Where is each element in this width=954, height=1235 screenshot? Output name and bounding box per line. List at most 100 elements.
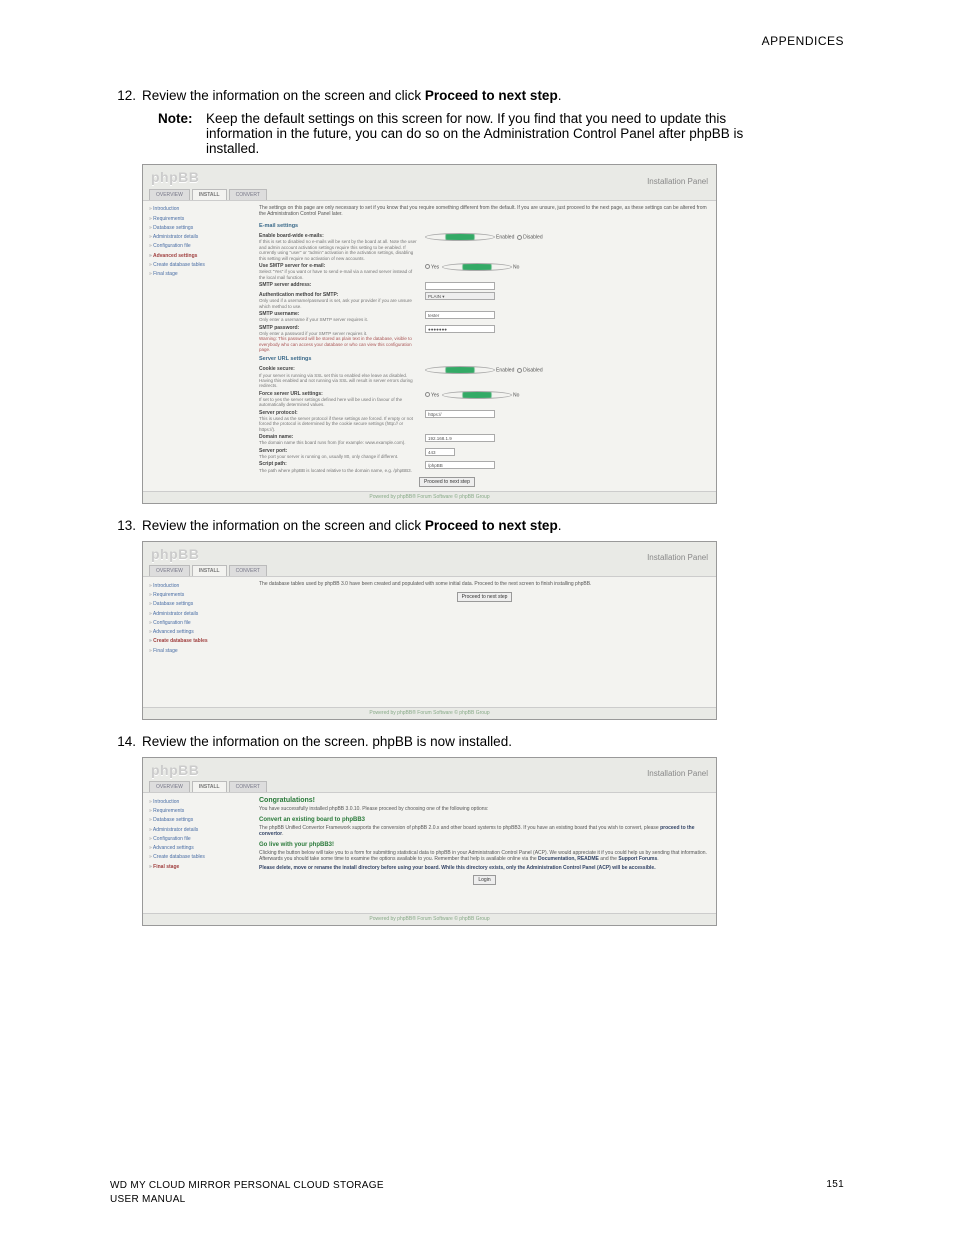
smtpuser-input[interactable]: tester bbox=[425, 311, 495, 319]
header-appendices: APPENDICES bbox=[110, 34, 844, 48]
sidebar-item[interactable]: Configuration file bbox=[149, 834, 253, 843]
tabs: OVERVIEW INSTALL CONVERT bbox=[143, 565, 716, 577]
usesmtp-desc: Select "Yes" if you want or have to send… bbox=[259, 269, 419, 280]
radio-icon[interactable] bbox=[517, 235, 522, 240]
radio-icon[interactable] bbox=[425, 233, 495, 241]
sidebar-item[interactable]: Requirements bbox=[149, 807, 253, 816]
sidebar-item[interactable]: Advanced settings bbox=[149, 628, 253, 637]
force-title: Force server URL settings: bbox=[259, 391, 323, 397]
email-settings-head: E-mail settings bbox=[259, 223, 710, 230]
content: The database tables used by phpBB 3.0 ha… bbox=[259, 581, 710, 703]
logo: phpBB bbox=[151, 762, 199, 780]
radio-icon[interactable] bbox=[425, 366, 495, 374]
auth-title: Authentication method for SMTP: bbox=[259, 292, 338, 298]
sidebar-item[interactable]: Create database tables bbox=[149, 637, 253, 646]
cookie-desc: If your server is running via SSL set th… bbox=[259, 373, 419, 389]
tab-convert[interactable]: CONVERT bbox=[229, 781, 267, 792]
boardwide-ctrl[interactable]: Enabled Disabled bbox=[425, 233, 710, 261]
sidebar-item[interactable]: Administrator details bbox=[149, 233, 253, 242]
step-12-text-b: . bbox=[558, 88, 562, 103]
sidebar-item[interactable]: Create database tables bbox=[149, 260, 253, 269]
sidebar-item[interactable]: Advanced settings bbox=[149, 844, 253, 853]
tabs: OVERVIEW INSTALL CONVERT bbox=[143, 189, 716, 201]
step-14: 14. Review the information on the screen… bbox=[110, 734, 844, 749]
radio-icon[interactable] bbox=[425, 392, 430, 397]
script-title: Script path: bbox=[259, 461, 287, 467]
step-14-text: Review the information on the screen. ph… bbox=[142, 734, 844, 749]
opt-enabled: Enabled bbox=[496, 234, 514, 240]
sidebar-item[interactable]: Advanced settings bbox=[149, 251, 253, 260]
footer-line2: USER MANUAL bbox=[110, 1193, 384, 1207]
port-title: Server port: bbox=[259, 448, 287, 454]
tab-overview[interactable]: OVERVIEW bbox=[149, 565, 190, 576]
sidebar-item[interactable]: Configuration file bbox=[149, 618, 253, 627]
sidebar-item[interactable]: Database settings bbox=[149, 816, 253, 825]
sidebar-item[interactable]: Final stage bbox=[149, 646, 253, 655]
golive-mid: and the bbox=[599, 856, 618, 862]
sidebar-item[interactable]: Introduction bbox=[149, 581, 253, 590]
tab-install[interactable]: INSTALL bbox=[192, 781, 227, 792]
sidebar-item[interactable]: Database settings bbox=[149, 600, 253, 609]
domain-desc: The domain name this board runs from (fo… bbox=[259, 440, 419, 445]
golive-link2[interactable]: Support Forums bbox=[618, 856, 657, 862]
opt-yes: Yes bbox=[431, 264, 439, 270]
tab-convert[interactable]: CONVERT bbox=[229, 565, 267, 576]
sidebar-item[interactable]: Administrator details bbox=[149, 609, 253, 618]
note-label: Note: bbox=[158, 111, 206, 156]
radio-icon[interactable] bbox=[442, 263, 512, 271]
content: The settings on this page are only neces… bbox=[259, 205, 710, 488]
sidebar-item[interactable]: Administrator details bbox=[149, 825, 253, 834]
step-12-text-a: Review the information on the screen and… bbox=[142, 88, 425, 103]
tab-overview[interactable]: OVERVIEW bbox=[149, 189, 190, 200]
sidebar-item[interactable]: Requirements bbox=[149, 591, 253, 600]
sidebar: IntroductionRequirementsDatabase setting… bbox=[149, 205, 259, 488]
tab-install[interactable]: INSTALL bbox=[192, 189, 227, 200]
opt-no: No bbox=[513, 392, 519, 398]
sidebar-item[interactable]: Requirements bbox=[149, 214, 253, 223]
step-12: 12. Review the information on the screen… bbox=[110, 88, 844, 103]
port-input[interactable]: 443 bbox=[425, 448, 455, 456]
shot-footer: Powered by phpBB® Forum Software © phpBB… bbox=[143, 491, 716, 502]
sidebar-item[interactable]: Database settings bbox=[149, 223, 253, 232]
sidebar-item[interactable]: Configuration file bbox=[149, 242, 253, 251]
radio-icon[interactable] bbox=[517, 368, 522, 373]
sidebar-item[interactable]: Create database tables bbox=[149, 853, 253, 862]
proto-input[interactable]: https:// bbox=[425, 410, 495, 418]
convert-body: The phpBB Unified Convertor Framework su… bbox=[259, 825, 660, 831]
tab-install[interactable]: INSTALL bbox=[192, 565, 227, 576]
step-13-text: Review the information on the screen and… bbox=[142, 518, 844, 533]
cookie-ctrl[interactable]: Enabled Disabled bbox=[425, 366, 710, 388]
sidebar-item[interactable]: Final stage bbox=[149, 270, 253, 279]
radio-icon[interactable] bbox=[442, 391, 512, 399]
smtppass-input[interactable]: ●●●●●●● bbox=[425, 325, 495, 333]
screenshot-1: phpBB Installation Panel OVERVIEW INSTAL… bbox=[142, 164, 717, 504]
login-button[interactable]: Login bbox=[473, 875, 495, 885]
radio-icon[interactable] bbox=[425, 264, 430, 269]
proceed-button[interactable]: Proceed to next step bbox=[457, 592, 513, 602]
sidebar-item[interactable]: Introduction bbox=[149, 797, 253, 806]
shot-footer: Powered by phpBB® Forum Software © phpBB… bbox=[143, 707, 716, 718]
convert-head: Convert an existing board to phpBB3 bbox=[259, 817, 710, 825]
proceed-button[interactable]: Proceed to next step bbox=[419, 477, 475, 487]
auth-select[interactable]: PLAIN ▾ bbox=[425, 292, 495, 300]
force-ctrl[interactable]: Yes No bbox=[425, 391, 710, 408]
sidebar-item[interactable]: Introduction bbox=[149, 205, 253, 214]
opt-yes: Yes bbox=[431, 392, 439, 398]
script-input[interactable]: /phpBB bbox=[425, 461, 495, 469]
usesmtp-ctrl[interactable]: Yes No bbox=[425, 263, 710, 280]
smtpaddr-input[interactable] bbox=[425, 282, 495, 290]
cookie-title: Cookie secure: bbox=[259, 366, 295, 372]
golive-link1[interactable]: Documentation, README bbox=[538, 856, 599, 862]
url-settings-head: Server URL settings bbox=[259, 356, 710, 363]
intro-text: The settings on this page are only neces… bbox=[259, 205, 709, 218]
step-13-bold: Proceed to next step bbox=[425, 518, 558, 533]
tab-convert[interactable]: CONVERT bbox=[229, 189, 267, 200]
sidebar-item[interactable]: Final stage bbox=[149, 862, 253, 871]
step-13-text-b: . bbox=[558, 518, 562, 533]
tab-overview[interactable]: OVERVIEW bbox=[149, 781, 190, 792]
congrats-head: Congratulations! bbox=[259, 797, 710, 806]
domain-input[interactable]: 192.168.1.9 bbox=[425, 434, 495, 442]
note-row: Note: Keep the default settings on this … bbox=[158, 111, 758, 156]
screenshot-2: phpBB Installation Panel OVERVIEW INSTAL… bbox=[142, 541, 717, 720]
opt-disabled: Disabled bbox=[523, 368, 542, 374]
